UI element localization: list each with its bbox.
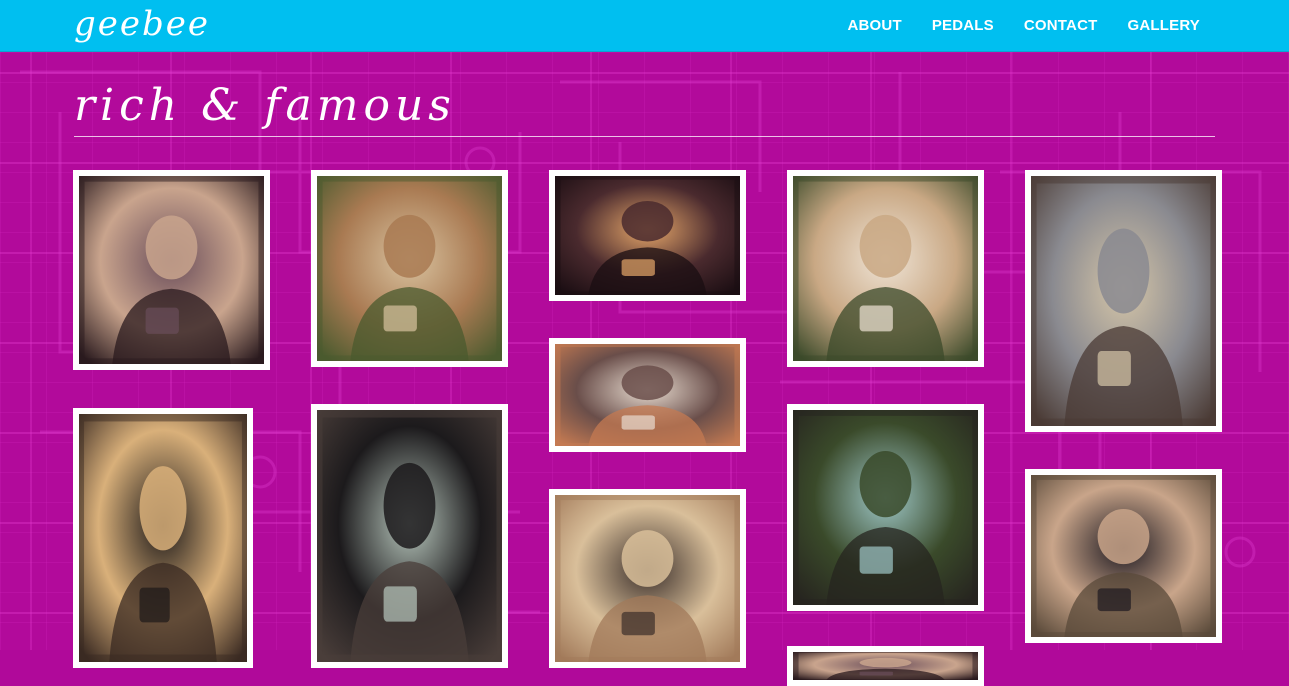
site-logo[interactable]: geebee [74, 2, 210, 46]
photo-image [555, 176, 740, 295]
nav-link-gallery[interactable]: GALLERY [1127, 17, 1200, 34]
gallery-photo[interactable] [787, 646, 984, 686]
photo-bearded-man-black-pedal[interactable] [1025, 469, 1222, 643]
nav-link-pedals[interactable]: PEDALS [932, 17, 994, 34]
nav-link-contact[interactable]: CONTACT [1024, 17, 1098, 34]
title-divider [74, 136, 1215, 137]
photo-bearded-man-pedal[interactable] [787, 170, 984, 367]
top-navbar: geebee ABOUT PEDALS CONTACT GALLERY [0, 0, 1289, 52]
photo-man-cap-pointing-pedal[interactable] [311, 404, 508, 668]
photo-man-sunglasses-cap-pedal[interactable] [787, 404, 984, 611]
photo-image [793, 652, 978, 680]
photo-image [793, 410, 978, 605]
photo-image [317, 410, 502, 662]
photo-image [79, 414, 247, 662]
photo-man-towel-pedal[interactable] [73, 170, 270, 370]
photo-image [555, 344, 740, 446]
photo-man-two-pedals[interactable] [1025, 170, 1222, 432]
page-title: rich & famous [74, 80, 456, 131]
photo-image [1031, 176, 1216, 426]
photo-image [793, 176, 978, 361]
photo-man-cap-sunglasses-pedal[interactable] [73, 408, 253, 668]
photo-image [1031, 475, 1216, 637]
photo-image [317, 176, 502, 361]
main-nav: ABOUT PEDALS CONTACT GALLERY [817, 0, 1200, 51]
photo-image [79, 176, 264, 364]
photo-stage-crowd-performer[interactable] [549, 338, 746, 452]
photo-man-harmonica-pedal[interactable] [311, 170, 508, 367]
nav-link-about[interactable]: ABOUT [847, 17, 901, 34]
photo-man-room-portrait[interactable] [549, 489, 746, 668]
photo-image [555, 495, 740, 662]
photo-stage-guitarist-night[interactable] [549, 170, 746, 301]
